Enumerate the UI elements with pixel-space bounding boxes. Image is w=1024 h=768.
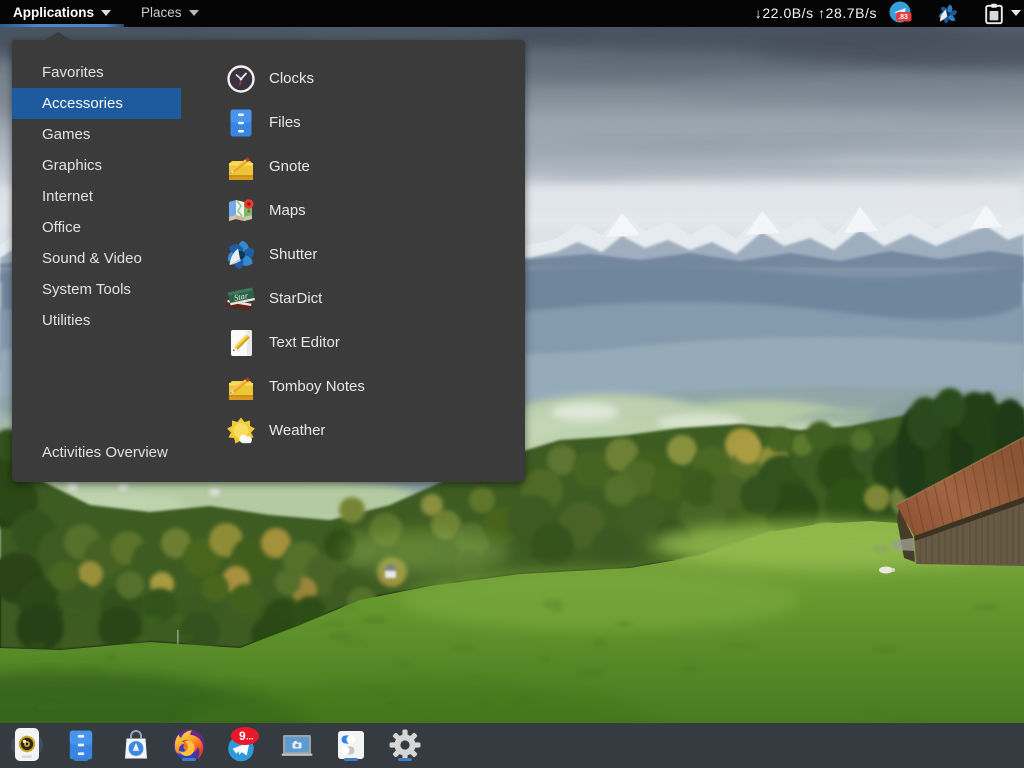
svg-text:9: 9 bbox=[239, 729, 246, 743]
svg-text:...: ... bbox=[246, 732, 254, 742]
svg-text:.83: .83 bbox=[898, 14, 908, 21]
